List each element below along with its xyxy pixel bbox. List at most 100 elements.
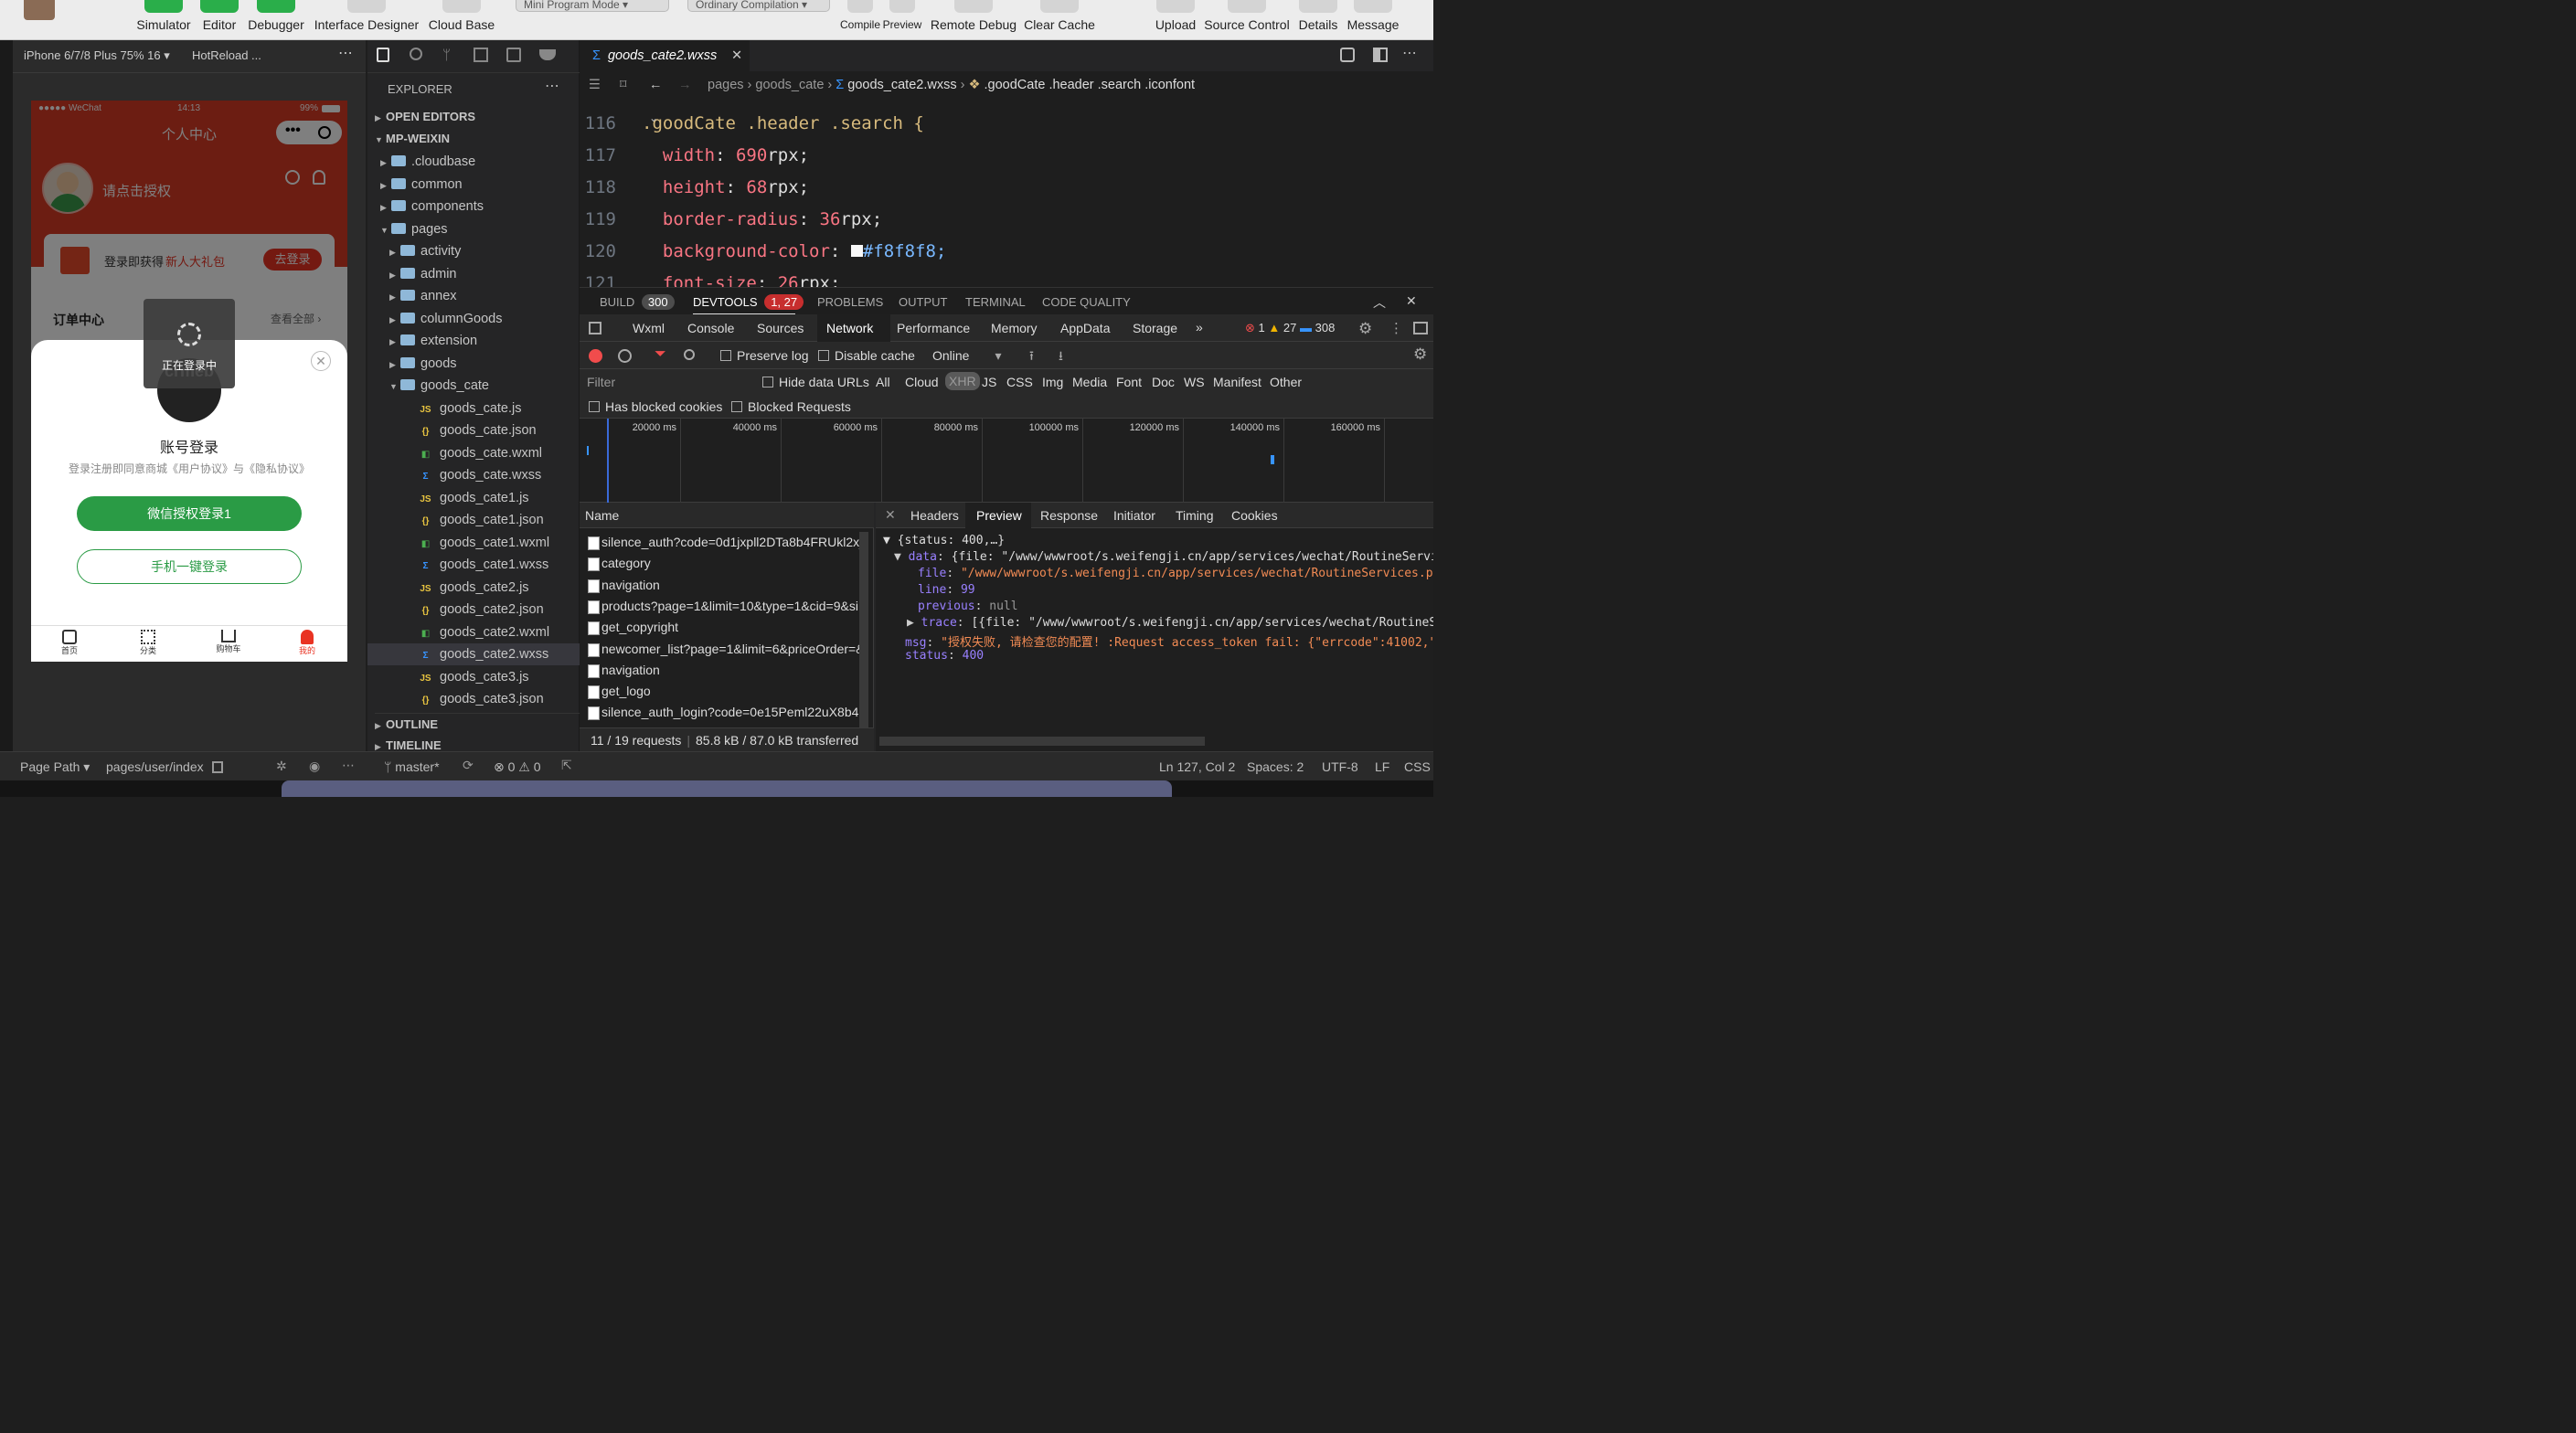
type-js[interactable]: JS [982,375,996,389]
list-scrollbar[interactable] [859,532,868,748]
tab-console[interactable]: Console [687,321,734,335]
tree-folder[interactable]: ▶ goods [389,353,457,375]
maximize-panel-icon[interactable]: ︿ [1373,293,1386,312]
has-blocked-cookies-checkbox[interactable]: Has blocked cookies [589,399,722,414]
tree-file[interactable]: ◧ goods_cate.wxml [419,442,542,464]
tab-sources[interactable]: Sources [757,321,804,335]
more-icon[interactable]: ⋯ [342,758,355,773]
tab-category[interactable]: 分类 [130,630,166,656]
live-share-icon[interactable]: ⇱ [561,758,572,773]
tree-file[interactable]: ◧ goods_cate1.wxml [419,532,549,554]
agreement-text[interactable]: 登录注册即同意商城《用户协议》与《隐私协议》 [31,461,347,476]
type-media[interactable]: Media [1072,375,1107,389]
clear-icon[interactable] [618,349,632,363]
tab-memory[interactable]: Memory [991,321,1038,335]
tab-build[interactable]: BUILD 300 [600,294,675,310]
hide-data-urls-checkbox[interactable]: Hide data URLs [762,375,869,389]
encoding[interactable]: UTF-8 [1322,759,1358,774]
type-all[interactable]: All [876,375,890,389]
fold-chevron-icon[interactable]: ⌄ [649,111,658,124]
list-icon[interactable]: ☰ [589,71,601,99]
request-row[interactable]: products?page=1&limit=10&type=1&cid=9&si… [581,596,859,617]
request-row[interactable]: category [581,553,859,574]
sync-icon[interactable]: ⟳ [463,758,474,773]
throttle-select[interactable]: Online ▾ [932,348,1002,364]
tree-file[interactable]: {} goods_cate.json [419,419,537,441]
details-button[interactable]: Details [1296,0,1340,40]
simulator-button[interactable]: Simulator [133,0,194,40]
request-row[interactable]: silence_auth?code=0d1jxpll2DTa8b4FRUkl2x… [581,532,859,553]
editor-tab-active[interactable]: Ʃgoods_cate2.wxss ✕ [580,40,750,71]
clear-cache-button[interactable]: Clear Cache [1022,0,1097,40]
tab-mine[interactable]: 我的 [289,630,325,656]
disable-cache-checkbox[interactable]: Disable cache [818,348,915,363]
device-select[interactable]: iPhone 6/7/8 Plus 75% 16 ▾ [24,48,170,63]
tree-file[interactable]: ◧ goods_cate2.wxml [419,621,549,643]
indentation[interactable]: Spaces: 2 [1247,759,1304,774]
tree-file[interactable]: {} goods_cate1.json [419,509,544,531]
preserve-log-checkbox[interactable]: Preserve log [720,348,809,363]
files-icon[interactable] [377,48,389,62]
tab-home[interactable]: 首页 [51,630,88,656]
tree-file[interactable]: Ʃgoods_cate2.wxss [367,643,580,665]
debugger-button[interactable]: Debugger [245,0,307,40]
json-root[interactable]: ▼ {status: 400,…} [883,534,1005,547]
breadcrumb-pages[interactable]: pages [708,78,744,92]
type-font[interactable]: Font [1116,375,1142,389]
cursor-position[interactable]: Ln 127, Col 2 [1159,759,1235,774]
explorer-more-icon[interactable]: ⋯ [545,77,559,95]
request-row[interactable]: silence_auth_login?code=0e15Peml22uX8b4l… [581,702,859,723]
source-control-button[interactable]: Source Control [1203,0,1291,40]
tab-performance[interactable]: Performance [897,321,970,335]
tab-network[interactable]: Network [826,321,873,335]
editor-more-icon[interactable]: ⋯ [1402,44,1417,62]
tab-problems[interactable]: PROBLEMS [817,295,883,309]
breadcrumb-symbol[interactable]: .goodCate .header .search .iconfont [985,78,1196,92]
outline-section[interactable]: ▶ OUTLINE [375,713,580,735]
type-css[interactable]: CSS [1006,375,1033,389]
export-har-icon[interactable]: ⭳ [1059,346,1063,368]
language-mode[interactable]: CSS [1404,759,1431,774]
tab-devtools[interactable]: DEVTOOLS 1, 27 [693,294,804,310]
settings-gear-icon[interactable]: ⚙ [1358,320,1372,338]
tree-file[interactable]: {} goods_cate3.json [419,688,544,710]
type-manifest[interactable]: Manifest [1213,375,1261,389]
problems-count[interactable]: ⊗ 0 ⚠ 0 [494,759,541,775]
tab-terminal[interactable]: TERMINAL [965,295,1026,309]
detail-tab-response[interactable]: Response [1040,508,1098,523]
json-data[interactable]: ▼ data: {file: "/www/wwwroot/s.weifengji… [894,550,1433,564]
close-panel-icon[interactable]: ✕ [1406,293,1417,309]
tab-wxml[interactable]: Wxml [633,321,665,335]
tree-folder[interactable]: ▶ admin [389,263,457,285]
remote-debug-button[interactable]: Remote Debug [929,0,1018,40]
compare-icon[interactable] [1340,48,1355,62]
type-doc[interactable]: Doc [1152,375,1175,389]
extensions-icon[interactable] [474,48,488,62]
page-path-select[interactable]: Page Path ▾ [20,759,90,775]
detail-hscrollbar[interactable] [879,737,1205,746]
inspect-icon[interactable] [589,322,601,334]
branch-icon[interactable]: ᛘ [442,48,451,63]
search-icon[interactable] [410,48,422,60]
tab-cart[interactable]: 购物车 [210,630,247,654]
tree-folder[interactable]: ▶ columnGoods [389,308,502,330]
tree-file[interactable]: JS goods_cate3.js [419,666,528,688]
color-swatch[interactable] [850,245,863,257]
tab-appdata[interactable]: AppData [1060,321,1110,335]
message-button[interactable]: Message [1346,0,1400,40]
search-icon[interactable] [684,349,695,360]
bookmark-icon[interactable]: ⌑ [620,71,626,99]
filter-input[interactable]: Filter [587,375,751,389]
detail-tab-initiator[interactable]: Initiator [1113,508,1155,523]
tree-folder[interactable]: ▼ pages [380,218,448,240]
compile-button[interactable]: Compile [839,0,881,40]
tree-file[interactable]: Ʃgoods_cate1.wxss [419,554,548,576]
type-img[interactable]: Img [1042,375,1063,389]
detail-tab-cookies[interactable]: Cookies [1231,508,1278,523]
avatar[interactable] [24,0,55,20]
more-tabs-icon[interactable]: » [1196,320,1203,334]
tab-output[interactable]: OUTPUT [899,295,947,309]
cloud-base-button[interactable]: Cloud Base [426,0,497,40]
type-ws[interactable]: WS [1184,375,1205,389]
filter-icon[interactable]: ⏷ [655,346,666,363]
